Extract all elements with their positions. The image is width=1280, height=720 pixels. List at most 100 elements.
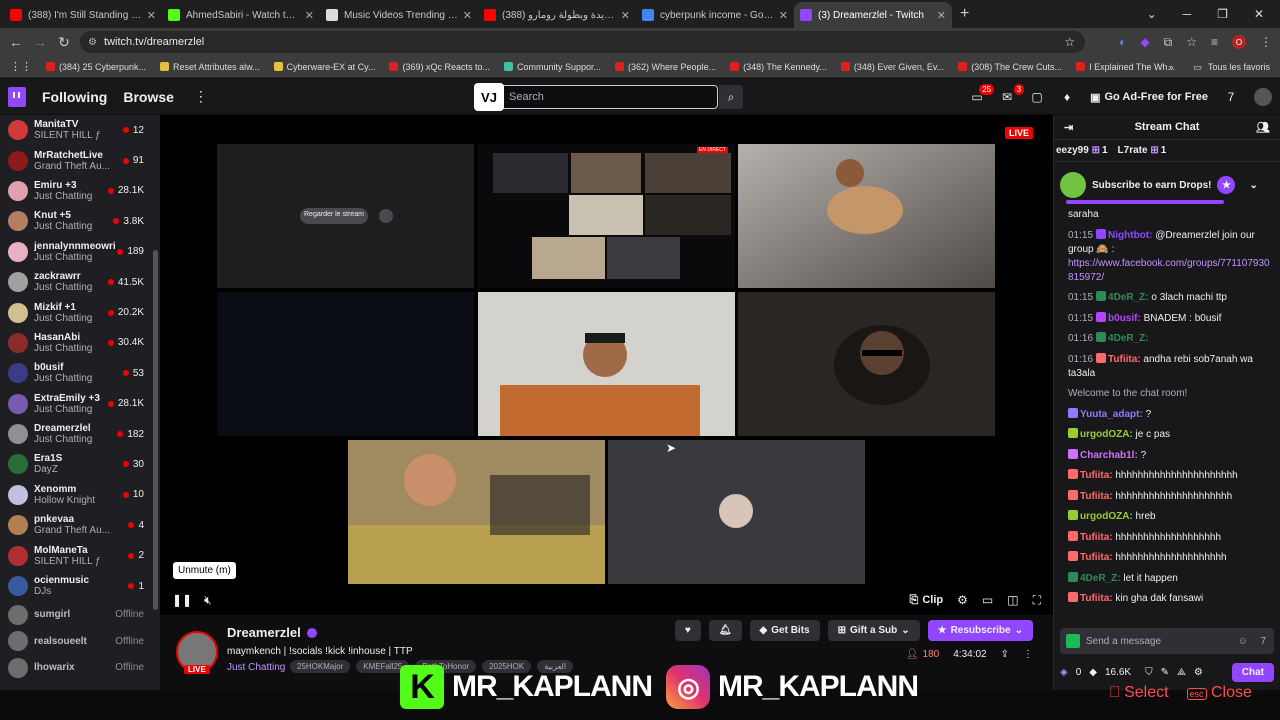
- browser-tab[interactable]: cyberpunk income - Google Search ✕: [636, 2, 794, 28]
- notification-bell-button[interactable]: 🔔︎: [708, 620, 742, 641]
- message-user[interactable]: Charchab1l:: [1080, 450, 1138, 461]
- bookmark-star-icon[interactable]: ☆: [1064, 35, 1075, 49]
- bookmark-item[interactable]: (308) The Crew Cuts...: [958, 62, 1062, 72]
- apps-grid-icon[interactable]: ⋮⋮: [10, 60, 32, 73]
- watch-stream-button[interactable]: Regarder le stream: [304, 211, 364, 218]
- sidebar-channel[interactable]: MolManeTa SILENT HILL ƒ 2: [0, 540, 160, 570]
- sidebar-channel[interactable]: Dreamerzlel Just Chatting 182: [0, 419, 160, 449]
- more-options-icon[interactable]: ⋮: [1023, 649, 1033, 660]
- puzzle-icon[interactable]: ⧉: [1164, 35, 1173, 50]
- translate-icon[interactable]: ⟁: [1177, 667, 1186, 678]
- stream-category[interactable]: Just Chatting: [227, 662, 285, 673]
- fullscreen-icon[interactable]: ⛶: [1033, 593, 1041, 608]
- search-button[interactable]: ⌕: [719, 85, 743, 109]
- emote-picker-icon[interactable]: ☺: [1238, 636, 1248, 647]
- message-user[interactable]: urgodOZA:: [1080, 511, 1133, 522]
- sidebar-channel[interactable]: ExtraEmily +3 Just Chatting 28.1K: [0, 389, 160, 419]
- settings-icon[interactable]: ⚙: [957, 593, 968, 607]
- extension-icon[interactable]: ◐: [1119, 35, 1126, 49]
- message-user[interactable]: Tufiita:: [1080, 552, 1113, 563]
- sidebar-channel[interactable]: Xenomm Hollow Knight 10: [0, 480, 160, 510]
- resubscribe-button[interactable]: ★ Resubscribe ⌄: [927, 620, 1033, 641]
- sidebar-scrollbar[interactable]: [153, 250, 158, 610]
- close-tab-icon[interactable]: ✕: [937, 9, 946, 22]
- browser-tab[interactable]: (388) I'm Still Standing - YouTube ✕: [4, 2, 162, 28]
- media-icon[interactable]: ≡: [1211, 35, 1218, 49]
- minimize-button[interactable]: ─: [1183, 7, 1192, 21]
- menu-icon[interactable]: ⋮: [1260, 35, 1272, 49]
- browser-tab[interactable]: (3) Dreamerzlel - Twitch ✕: [794, 2, 952, 28]
- all-bookmarks[interactable]: » ▭ Tous les favoris: [1168, 56, 1270, 78]
- select-control[interactable]: ⎕ Select: [1110, 684, 1169, 702]
- pause-icon[interactable]: ❚❚: [172, 593, 192, 607]
- sidebar-channel-offline[interactable]: sumgirl Offline: [0, 601, 160, 628]
- bookmark-item[interactable]: Cyberware-EX at Cy...: [273, 62, 375, 72]
- go-adfree-button[interactable]: ▣ Go Ad-Free for Free: [1090, 91, 1208, 104]
- message-user[interactable]: 4DeR_Z:: [1108, 292, 1149, 303]
- crown-icon[interactable]: ♦: [1060, 90, 1074, 104]
- chat-input[interactable]: Send a message ☺ 7: [1060, 628, 1274, 654]
- site-info-icon[interactable]: ⚙: [88, 37, 97, 48]
- maximize-button[interactable]: ❐: [1217, 7, 1228, 21]
- close-tab-icon[interactable]: ✕: [147, 9, 156, 22]
- message-user[interactable]: Tufiita:: [1080, 532, 1113, 543]
- bookmark-item[interactable]: (348) Ever Given, Ev...: [840, 62, 944, 72]
- message-user[interactable]: Tufiita:: [1108, 354, 1141, 365]
- chevron-right-icon[interactable]: »: [1168, 62, 1173, 72]
- gift-sub-button[interactable]: ⊞ Gift a Sub ⌄: [827, 620, 920, 641]
- follow-heart-button[interactable]: ♥: [674, 620, 701, 641]
- chat-send-button[interactable]: Chat: [1231, 662, 1274, 682]
- chevron-down-icon[interactable]: ⌄: [1249, 180, 1257, 191]
- streamer-name[interactable]: Dreamerzlel: [227, 625, 317, 640]
- extension-7tv-icon[interactable]: 7: [1260, 636, 1266, 647]
- bookmark-item[interactable]: (348) The Kennedy...: [730, 62, 827, 72]
- browser-tab[interactable]: Music Videos Trending in Morocco ✕: [320, 2, 478, 28]
- sidebar-channel[interactable]: ManitaTV SILENT HILL ƒ 12: [0, 115, 160, 145]
- stream-tag[interactable]: 25HOKMajor: [290, 660, 351, 673]
- sidebar-channel[interactable]: zackrawrr Just Chatting 41.5K: [0, 267, 160, 297]
- channel-points-icon[interactable]: ◈: [1060, 667, 1068, 678]
- close-tab-icon[interactable]: ✕: [305, 9, 314, 22]
- user-avatar[interactable]: [1254, 88, 1272, 106]
- bookmark-item[interactable]: I Explained The Wh...: [1076, 62, 1175, 72]
- sidebar-channel[interactable]: b0usif Just Chatting 53: [0, 358, 160, 388]
- reload-icon[interactable]: ↻: [52, 34, 76, 51]
- message-user[interactable]: Tufiita:: [1080, 491, 1113, 502]
- extension-icon[interactable]: ◆: [1140, 35, 1149, 49]
- video-player[interactable]: Regarder le stream EN DIRECT LIVE ➤ Unmu…: [160, 115, 1053, 615]
- bookmark-item[interactable]: (384) 25 Cyberpunk...: [46, 62, 146, 72]
- sidebar-channel-offline[interactable]: lhowarix Offline: [0, 654, 160, 681]
- message-user[interactable]: 4DeR_Z:: [1080, 573, 1121, 584]
- close-window-button[interactable]: ✕: [1254, 7, 1264, 21]
- profile-avatar[interactable]: O: [1232, 35, 1246, 49]
- close-tab-icon[interactable]: ✕: [779, 9, 788, 22]
- more-icon[interactable]: ⋮: [194, 88, 208, 105]
- brush-icon[interactable]: ✎: [1161, 667, 1169, 678]
- search-input[interactable]: Search: [474, 85, 718, 109]
- message-user[interactable]: Nightbot:: [1108, 230, 1152, 241]
- users-icon[interactable]: 👥︎: [1256, 121, 1270, 134]
- inbox-icon[interactable]: ✉ 3: [1000, 84, 1025, 104]
- close-tab-icon[interactable]: ✕: [463, 9, 472, 22]
- sidebar-channel[interactable]: ocienmusic DJs 1: [0, 571, 160, 601]
- volume-muted-icon[interactable]: 🔇︎: [204, 593, 212, 608]
- twitch-logo-icon[interactable]: [8, 86, 26, 107]
- bookmark-item[interactable]: (369) xQc Reacts to...: [389, 62, 490, 72]
- sidebar-channel[interactable]: MrRatchetLive Grand Theft Au... 91: [0, 145, 160, 175]
- browser-tab[interactable]: (388) اخبار جديدة وبطولة رومارو ✕: [478, 2, 636, 28]
- message-user[interactable]: Tufiita:: [1080, 470, 1113, 481]
- favorites-icon[interactable]: ☆: [1186, 35, 1197, 49]
- get-bits-button[interactable]: ◆ Get Bits: [749, 620, 820, 641]
- drops-banner[interactable]: Subscribe to earn Drops! ★ ⌄: [1060, 170, 1274, 200]
- share-icon[interactable]: ⇪: [1001, 649, 1009, 660]
- message-user[interactable]: 4DeR_Z:: [1108, 333, 1149, 344]
- back-icon[interactable]: ←: [4, 34, 28, 50]
- message-user[interactable]: Tufiita:: [1080, 593, 1113, 604]
- vj-extension-logo[interactable]: VJ: [474, 83, 504, 111]
- close-tab-icon[interactable]: ✕: [621, 9, 630, 22]
- message-user[interactable]: urgodOZA:: [1080, 429, 1133, 440]
- forward-icon[interactable]: →: [28, 34, 52, 50]
- theatre-mode-icon[interactable]: ▭: [982, 593, 993, 607]
- browse-link[interactable]: Browse: [123, 89, 174, 105]
- notifications-icon[interactable]: ▭ 25: [970, 84, 995, 104]
